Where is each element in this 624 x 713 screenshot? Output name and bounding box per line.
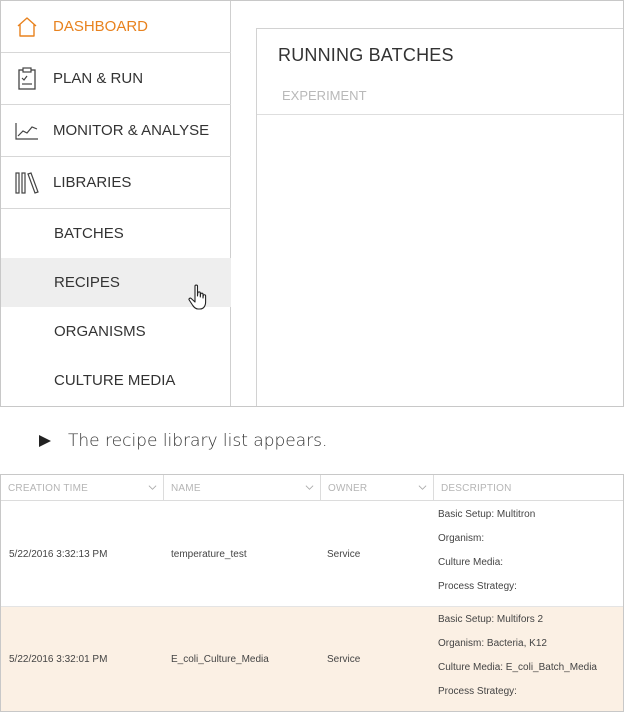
clipboard-icon (12, 64, 42, 94)
description-line: Process Strategy: (438, 581, 517, 592)
cell-description: Basic Setup: Multifors 2 Organism: Bacte… (438, 608, 597, 704)
cell-creation-time: 5/22/2016 3:32:01 PM (9, 653, 108, 665)
nav-libraries-label: LIBRARIES (53, 174, 132, 191)
column-header-name[interactable]: NAME (164, 475, 320, 501)
column-header-label: CREATION TIME (8, 482, 89, 494)
home-icon (12, 12, 42, 42)
column-header-label: DESCRIPTION (441, 482, 512, 494)
cell-name: E_coli_Culture_Media (171, 653, 269, 665)
cell-creation-time: 5/22/2016 3:32:13 PM (9, 548, 108, 560)
nav-libraries[interactable]: LIBRARIES (1, 157, 231, 209)
chevron-down-icon (418, 485, 427, 490)
column-header-creation-time[interactable]: CREATION TIME (1, 475, 163, 501)
description-line: Culture Media: E_coli_Batch_Media (438, 662, 597, 673)
cell-owner: Service (327, 653, 361, 665)
column-header-label: OWNER (328, 482, 368, 494)
nav-plan-run-label: PLAN & RUN (53, 70, 144, 87)
nav-monitor-analyse[interactable]: MONITOR & ANALYSE (1, 105, 231, 157)
app-window-libraries: DASHBOARD PLAN & RUN MONITOR & ANALYSE L… (0, 0, 624, 407)
table-header: CREATION TIME NAME OWNER DESCRIPTION (1, 475, 623, 501)
caption-text: The recipe library list appears. (68, 431, 328, 451)
nav-dashboard[interactable]: DASHBOARD (1, 1, 231, 53)
table-row[interactable]: 5/22/2016 3:32:01 PM E_coli_Culture_Medi… (1, 607, 623, 711)
sub-item-culture-media-label: CULTURE MEDIA (54, 372, 176, 389)
cell-name: temperature_test (171, 548, 247, 560)
books-icon (12, 168, 42, 198)
card-title: RUNNING BATCHES (278, 45, 454, 65)
result-caption: The recipe library list appears. (38, 431, 327, 451)
sidebar: DASHBOARD PLAN & RUN MONITOR & ANALYSE L… (1, 1, 231, 406)
column-header-description[interactable]: DESCRIPTION (434, 475, 623, 501)
recipe-library-table: CREATION TIME NAME OWNER DESCRIPTION 5/2… (0, 474, 624, 712)
sub-item-batches-label: BATCHES (54, 225, 124, 242)
sub-item-culture-media[interactable]: CULTURE MEDIA (1, 356, 231, 405)
description-line: Basic Setup: Multitron (438, 509, 536, 520)
nav-monitor-analyse-label: MONITOR & ANALYSE (53, 122, 210, 139)
chevron-down-icon (148, 485, 157, 490)
nav-plan-run[interactable]: PLAN & RUN (1, 53, 231, 105)
hand-pointer-cursor-icon (187, 284, 211, 317)
sub-item-batches[interactable]: BATCHES (1, 209, 231, 258)
column-header-experiment[interactable]: EXPERIMENT (282, 88, 367, 103)
chart-line-icon (12, 116, 42, 146)
description-line: Organism: (438, 533, 485, 544)
running-batches-card: RUNNING BATCHES EXPERIMENT (256, 28, 623, 406)
cell-owner: Service (327, 548, 361, 560)
cell-description: Basic Setup: Multitron Organism: Culture… (438, 503, 535, 599)
description-line: Process Strategy: (438, 686, 517, 697)
column-header-label: NAME (171, 482, 201, 494)
description-line: Organism: Bacteria, K12 (438, 638, 547, 649)
description-line: Culture Media: (438, 557, 504, 568)
nav-dashboard-label: DASHBOARD (53, 18, 149, 35)
description-line: Basic Setup: Multifors 2 (438, 614, 544, 625)
sub-item-recipes-label: RECIPES (54, 274, 120, 291)
chevron-down-icon (305, 485, 314, 490)
table-row[interactable]: 5/22/2016 3:32:13 PM temperature_test Se… (1, 502, 623, 606)
triangle-right-icon (39, 435, 51, 447)
column-header-owner[interactable]: OWNER (321, 475, 433, 501)
sub-item-organisms-label: ORGANISMS (54, 323, 146, 340)
card-divider (257, 114, 623, 115)
